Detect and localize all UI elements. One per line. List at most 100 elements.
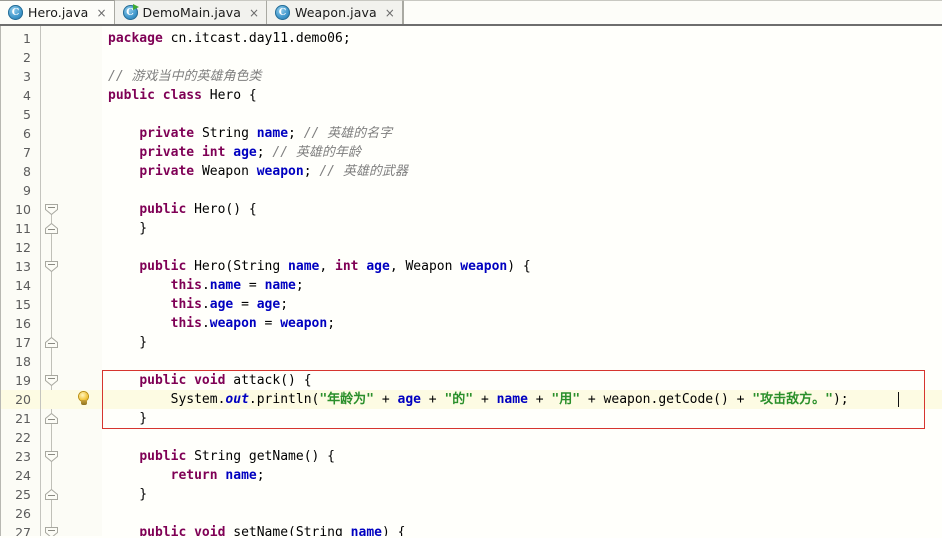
line-number: 19	[15, 373, 31, 388]
code-line[interactable]: private String name; // 英雄的名字	[102, 124, 942, 143]
java-class-icon: C	[8, 5, 23, 20]
code-line[interactable]	[102, 181, 942, 200]
fold-sign	[48, 419, 55, 420]
gutter-row-empty	[62, 29, 102, 48]
fold-collapse-icon[interactable]	[45, 261, 58, 272]
gutter-row-empty	[62, 466, 102, 485]
code-line[interactable]: this.name = name;	[102, 276, 942, 295]
fold-end-icon[interactable]	[45, 223, 58, 234]
tab-close-icon[interactable]: ×	[385, 7, 395, 19]
code-line[interactable]: // 游戏当中的英雄角色类	[102, 67, 942, 86]
gutter-row-empty	[62, 181, 102, 200]
editor-tab-strip: C Hero.java × C DemoMain.java × C Weapon.java ×	[0, 0, 403, 24]
code-line[interactable]: this.weapon = weapon;	[102, 314, 942, 333]
code-line[interactable]	[102, 238, 942, 257]
line-number: 8	[23, 164, 31, 179]
code-line[interactable]: private int age; // 英雄的年龄	[102, 143, 942, 162]
fold-row-empty	[41, 67, 62, 86]
line-number: 24	[15, 468, 31, 483]
line-number: 27	[15, 525, 31, 536]
line-number: 4	[23, 88, 31, 103]
fold-marker-collapse[interactable]	[41, 200, 62, 219]
fold-marker-collapse[interactable]	[41, 371, 62, 390]
gutter-row-empty	[62, 276, 102, 295]
code-line[interactable]: public Hero(String name, int age, Weapon…	[102, 257, 942, 276]
fold-sign	[48, 343, 55, 344]
line-number: 9	[23, 183, 31, 198]
fold-marker-collapse[interactable]	[41, 523, 62, 536]
code-line[interactable]: return name;	[102, 466, 942, 485]
java-editor-window: C Hero.java × C DemoMain.java × C Weapon.java × …	[0, 0, 942, 538]
editor-tab-label: Hero.java	[28, 5, 89, 20]
code-line[interactable]: public Hero() {	[102, 200, 942, 219]
line-number: 1	[23, 31, 31, 46]
fold-sign	[48, 495, 55, 496]
code-line[interactable]: public String getName() {	[102, 447, 942, 466]
fold-end-icon[interactable]	[45, 489, 58, 500]
code-line[interactable]	[102, 48, 942, 67]
code-folding-gutter[interactable]	[40, 26, 62, 536]
fold-marker-collapse[interactable]	[41, 447, 62, 466]
gutter-row-empty	[62, 86, 102, 105]
fold-row-empty	[41, 162, 62, 181]
gutter-marker[interactable]	[62, 390, 102, 409]
editor-tab-demomain-java[interactable]: C DemoMain.java ×	[114, 0, 268, 24]
fold-marker-end[interactable]	[41, 333, 62, 352]
code-line[interactable]: public class Hero {	[102, 86, 942, 105]
code-line[interactable]: public void attack() {	[102, 371, 942, 390]
fold-end-icon[interactable]	[45, 337, 58, 348]
editor-tab-label: DemoMain.java	[142, 5, 241, 20]
lightbulb-quickfix-icon[interactable]	[76, 392, 91, 407]
code-line[interactable]	[102, 428, 942, 447]
class-icon-letter: C	[278, 7, 287, 18]
tab-close-icon[interactable]: ×	[249, 7, 259, 19]
gutter-row-empty	[62, 428, 102, 447]
line-number: 16	[15, 316, 31, 331]
fold-marker-collapse[interactable]	[41, 257, 62, 276]
code-line[interactable]: package cn.itcast.day11.demo06;	[102, 29, 942, 48]
gutter-row-empty	[62, 504, 102, 523]
code-line[interactable]: }	[102, 409, 942, 428]
editor-tab-hero-java[interactable]: C Hero.java ×	[0, 0, 115, 24]
line-number: 22	[15, 430, 31, 445]
java-class-icon: C	[275, 5, 291, 20]
code-line[interactable]: }	[102, 333, 942, 352]
line-number: 25	[15, 487, 31, 502]
code-line[interactable]: }	[102, 219, 942, 238]
code-line[interactable]: this.age = age;	[102, 295, 942, 314]
gutter-row-empty	[62, 371, 102, 390]
code-line[interactable]: System.out.println("年龄为" + age + "的" + n…	[102, 390, 942, 409]
code-editor[interactable]: 1 2 3 4 5 6 7 8 9 10 11 12 13 14 15 16 17 18 19 20 21 22 23 24 2…	[0, 26, 942, 536]
code-line[interactable]: private Weapon weapon; // 英雄的武器	[102, 162, 942, 181]
line-number: 17	[15, 335, 31, 350]
fold-marker-end[interactable]	[41, 409, 62, 428]
fold-end-icon[interactable]	[45, 413, 58, 424]
annotation-marker-gutter[interactable]	[62, 26, 102, 536]
line-number-gutter: 1 2 3 4 5 6 7 8 9 10 11 12 13 14 15 16 17 18 19 20 21 22 23 24 2…	[0, 26, 40, 536]
code-line[interactable]	[102, 105, 942, 124]
tab-close-icon[interactable]: ×	[96, 7, 106, 19]
fold-marker-end[interactable]	[41, 485, 62, 504]
gutter-row-empty	[62, 257, 102, 276]
line-number: 20	[1, 390, 40, 409]
fold-collapse-icon[interactable]	[45, 527, 58, 536]
fold-row-empty	[41, 124, 62, 143]
fold-row-empty	[41, 29, 62, 48]
line-number: 3	[23, 69, 31, 84]
editor-tab-weapon-java[interactable]: C Weapon.java ×	[267, 0, 403, 24]
code-line[interactable]: public void setName(String name) {	[102, 523, 942, 536]
text-caret	[898, 392, 899, 407]
fold-collapse-icon[interactable]	[45, 204, 58, 215]
fold-collapse-icon[interactable]	[45, 451, 58, 462]
code-line[interactable]: }	[102, 485, 942, 504]
code-line[interactable]	[102, 352, 942, 371]
line-number: 11	[15, 221, 31, 236]
fold-row-empty	[41, 352, 62, 371]
fold-marker-end[interactable]	[41, 219, 62, 238]
code-text-area[interactable]: package cn.itcast.day11.demo06; // 游戏当中的…	[102, 26, 942, 536]
gutter-row-empty	[62, 162, 102, 181]
gutter-row-empty	[62, 314, 102, 333]
code-line[interactable]	[102, 504, 942, 523]
fold-collapse-icon[interactable]	[45, 375, 58, 386]
fold-row-empty	[41, 428, 62, 447]
